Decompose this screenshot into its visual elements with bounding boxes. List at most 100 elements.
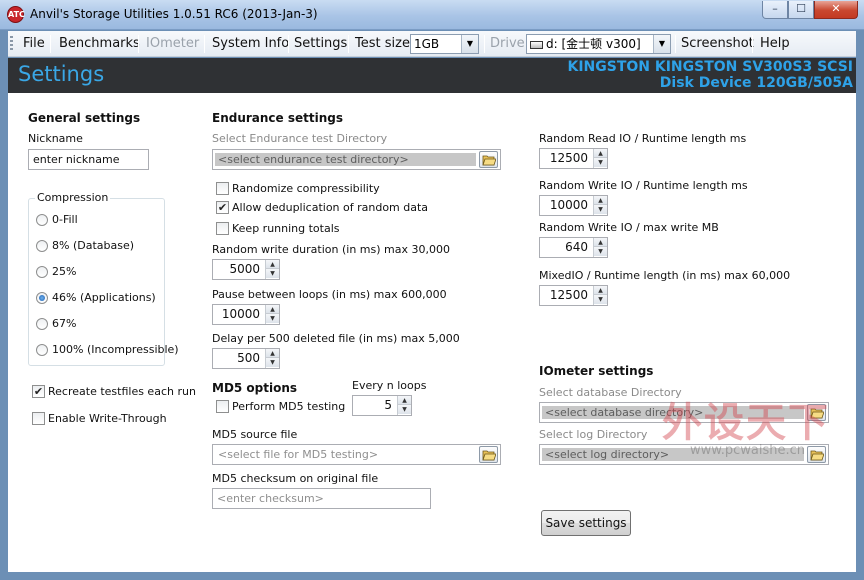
menu-file[interactable]: File (23, 31, 45, 57)
close-button[interactable]: ✕ (814, 1, 858, 19)
menu-separator (348, 35, 349, 53)
menu-iometer[interactable]: IOmeter (146, 31, 199, 57)
every-n-loops-value: 5 (384, 398, 392, 412)
menu-separator (204, 35, 205, 53)
menu-screenshot[interactable]: Screenshot (681, 31, 754, 57)
page-header: Settings KINGSTON KINGSTON SV300S3 SCSI … (8, 58, 856, 93)
spin-up-icon[interactable]: ▲ (266, 305, 279, 314)
test-size-select[interactable]: 1GB ▼ (410, 34, 479, 54)
endurance-settings-heading: Endurance settings (212, 111, 344, 125)
spin-down-icon[interactable]: ▼ (266, 314, 279, 323)
endurance-dir-placeholder: <select endurance test directory> (215, 153, 476, 166)
recreate-testfiles-checkbox[interactable]: ✔ (32, 385, 45, 398)
menu-separator (138, 35, 139, 53)
mixed-io-runtime-label: MixedIO / Runtime length (in ms) max 60,… (539, 269, 791, 282)
every-n-loops-label: Every n loops (352, 379, 427, 392)
random-write-max-value: 640 (565, 240, 588, 254)
spin-up-icon[interactable]: ▲ (266, 260, 279, 269)
pause-between-loops-label: Pause between loops (in ms) max 600,000 (212, 288, 447, 301)
menu-separator (675, 35, 676, 53)
compression-radio-0[interactable] (36, 214, 48, 226)
spin-down-icon[interactable]: ▼ (594, 295, 607, 304)
watermark-text: 外设天下 (662, 400, 830, 446)
compression-radio-5[interactable] (36, 344, 48, 356)
delay-per-file-stepper[interactable]: 500 ▲ ▼ (212, 348, 280, 369)
database-dir-label: Select database Directory (539, 386, 682, 399)
menu-benchmarks[interactable]: Benchmarks (59, 31, 140, 57)
window-title: Anvil's Storage Utilities 1.0.51 RC6 (20… (30, 7, 318, 21)
log-dir-label: Select log Directory (539, 428, 648, 441)
spin-down-icon[interactable]: ▼ (594, 205, 607, 214)
mixed-io-runtime-stepper[interactable]: 12500 ▲ ▼ (539, 285, 608, 306)
every-n-loops-stepper[interactable]: 5 ▲ ▼ (352, 395, 412, 416)
menu-bar: File Benchmarks IOmeter System Info Sett… (8, 31, 856, 57)
compression-radio-2[interactable] (36, 266, 48, 278)
recreate-testfiles-label: Recreate testfiles each run (48, 385, 196, 398)
compression-legend: Compression (35, 191, 111, 204)
md5-source-field[interactable]: <select file for MD5 testing> (212, 444, 501, 465)
menu-system-info[interactable]: System Info (212, 31, 289, 57)
random-write-duration-label: Random write duration (in ms) max 30,000 (212, 243, 450, 256)
compression-radio-1[interactable] (36, 240, 48, 252)
test-size-value: 1GB (414, 37, 440, 51)
maximize-button[interactable]: ☐ (788, 1, 814, 19)
random-write-runtime-label: Random Write IO / Runtime length ms (539, 179, 748, 192)
folder-open-icon[interactable] (479, 151, 498, 168)
allow-dedup-checkbox[interactable]: ✔ (216, 201, 229, 214)
compression-radio-4[interactable] (36, 318, 48, 330)
pause-between-loops-stepper[interactable]: 10000 ▲ ▼ (212, 304, 280, 325)
title-bar: ATC Anvil's Storage Utilities 1.0.51 RC6… (0, 0, 864, 30)
running-totals-checkbox[interactable] (216, 222, 229, 235)
disk-details: Disk Device 120GB/505A (659, 75, 853, 91)
md5-checksum-input[interactable]: <enter checksum> (212, 488, 431, 509)
minimize-button[interactable]: – (762, 1, 788, 19)
endurance-dir-field[interactable]: <select endurance test directory> (212, 149, 501, 170)
iometer-settings-heading: IOmeter settings (539, 364, 654, 378)
endurance-dir-label: Select Endurance test Directory (212, 132, 388, 145)
spin-up-icon[interactable]: ▲ (594, 196, 607, 205)
spin-down-icon[interactable]: ▼ (594, 158, 607, 167)
menu-settings[interactable]: Settings (294, 31, 347, 57)
compression-radio-3[interactable] (36, 292, 48, 304)
spin-down-icon[interactable]: ▼ (266, 358, 279, 367)
menu-help[interactable]: Help (760, 31, 790, 57)
randomize-compressibility-checkbox[interactable] (216, 182, 229, 195)
random-write-runtime-stepper[interactable]: 10000 ▲ ▼ (539, 195, 608, 216)
spin-down-icon[interactable]: ▼ (266, 269, 279, 278)
general-settings-heading: General settings (28, 111, 141, 125)
spin-up-icon[interactable]: ▲ (594, 238, 607, 247)
spin-down-icon[interactable]: ▼ (398, 405, 411, 414)
spin-up-icon[interactable]: ▲ (594, 286, 607, 295)
nickname-label: Nickname (28, 132, 83, 145)
drive-select[interactable]: d: [金士顿 v300] ▼ (526, 34, 671, 54)
md5-options-heading: MD5 options (212, 381, 298, 395)
chevron-down-icon[interactable]: ▼ (461, 35, 478, 53)
random-read-runtime-stepper[interactable]: 12500 ▲ ▼ (539, 148, 608, 169)
perform-md5-label: Perform MD5 testing (232, 400, 346, 413)
delay-per-file-label: Delay per 500 deleted file (in ms) max 5… (212, 332, 460, 345)
write-through-checkbox[interactable] (32, 412, 45, 425)
mixed-io-runtime-value: 12500 (549, 288, 588, 302)
toolbar-grip[interactable] (10, 36, 13, 52)
save-settings-button[interactable]: Save settings (541, 510, 631, 536)
page-title: Settings (18, 62, 105, 86)
random-write-duration-value: 5000 (229, 262, 260, 276)
spin-up-icon[interactable]: ▲ (594, 149, 607, 158)
chevron-down-icon[interactable]: ▼ (653, 35, 670, 53)
menu-separator (288, 35, 289, 53)
spin-up-icon[interactable]: ▲ (266, 349, 279, 358)
running-totals-label: Keep running totals (232, 222, 340, 235)
settings-panel: General settings Nickname enter nickname… (8, 93, 856, 572)
drive-icon (530, 40, 543, 49)
app-icon: ATC (7, 6, 25, 23)
random-write-duration-stepper[interactable]: 5000 ▲ ▼ (212, 259, 280, 280)
random-write-max-stepper[interactable]: 640 ▲ ▼ (539, 237, 608, 258)
spin-down-icon[interactable]: ▼ (594, 247, 607, 256)
nickname-input[interactable]: enter nickname (28, 149, 149, 170)
drive-value: d: [金士顿 v300] (546, 37, 641, 51)
folder-open-icon[interactable] (479, 446, 498, 463)
spin-up-icon[interactable]: ▲ (398, 396, 411, 405)
random-read-runtime-value: 12500 (549, 151, 588, 165)
perform-md5-checkbox[interactable] (216, 400, 229, 413)
random-write-runtime-value: 10000 (549, 198, 588, 212)
